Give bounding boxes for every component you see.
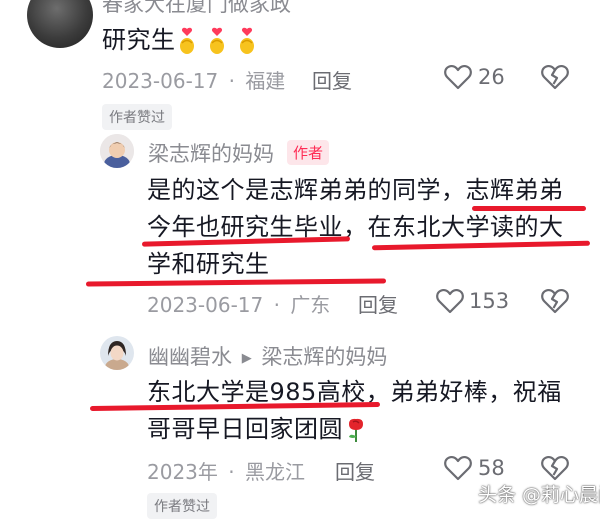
avatar[interactable]: [100, 336, 134, 370]
meta-separator: ·: [273, 293, 280, 317]
comment-date: 2023-06-17: [147, 293, 264, 317]
dislike-broken-heart-icon[interactable]: [541, 64, 569, 90]
author-liked-badge: 作者赞过: [147, 493, 217, 519]
comment-text: 研究生: [102, 22, 266, 59]
rose-icon: [346, 417, 366, 443]
reply-button[interactable]: 回复: [312, 65, 352, 94]
comment-meta: 2023-06-17 · 福建: [102, 65, 285, 94]
comment-date: 2023年: [147, 460, 218, 484]
highlight-underline: [472, 206, 586, 211]
comment-text-line: 哥哥早日回家团圆: [147, 411, 587, 448]
avatar[interactable]: [100, 134, 134, 168]
comment-meta: 2023-06-17 · 广东: [147, 289, 330, 318]
like-count: 58: [478, 456, 505, 480]
like-count: 153: [469, 289, 510, 313]
highlight-underline: [85, 278, 387, 287]
author-liked-badge: 作者赞过: [102, 104, 172, 130]
like-heart-icon[interactable]: [444, 455, 472, 481]
heart-hands-icon: [179, 27, 266, 55]
commenter-name[interactable]: 梁志辉的妈妈: [148, 138, 274, 168]
dislike-broken-heart-icon[interactable]: [541, 288, 569, 314]
like-heart-icon[interactable]: [436, 288, 464, 314]
comment-location: 广东: [290, 293, 331, 317]
comment-text: 东北大学是985高校，弟弟好棒，祝福 哥哥早日回家团圆: [147, 374, 587, 448]
reply-to-name[interactable]: 梁志辉的妈妈: [261, 345, 387, 369]
like-heart-icon[interactable]: [444, 64, 472, 90]
commenter-name: 幽幽碧水 ▶ 梁志辉的妈妈: [148, 341, 387, 371]
comment-text: 是的这个是志辉弟弟的同学，志辉弟弟 今年也研究生毕业，在东北大学读的大 学和研究…: [147, 172, 587, 283]
comment-text-line: 学和研究生: [147, 250, 270, 278]
meta-separator: ·: [228, 460, 235, 484]
comment-location: 黑龙江: [244, 460, 305, 484]
commenter-name-link[interactable]: 幽幽碧水: [148, 345, 232, 369]
like-count: 26: [478, 65, 505, 89]
reply-button[interactable]: 回复: [335, 456, 375, 485]
avatar[interactable]: [27, 0, 93, 48]
commenter-name[interactable]: 春家大在厦门做家政: [102, 0, 291, 18]
reply-button[interactable]: 回复: [358, 289, 398, 318]
comment-text-line: 是的这个是志辉弟弟的同学，志辉弟弟: [147, 176, 564, 204]
comment-location: 福建: [245, 69, 286, 93]
author-badge: 作者: [287, 140, 330, 165]
dislike-broken-heart-icon[interactable]: [541, 455, 569, 481]
comment-date: 2023-06-17: [102, 69, 219, 93]
comment-text-content: 哥哥早日回家团圆: [147, 415, 343, 443]
comment-meta: 2023年 · 黑龙江: [147, 456, 305, 485]
comment-text-content: 研究生: [102, 26, 176, 54]
reply-arrow-icon: ▶: [241, 351, 252, 366]
meta-separator: ·: [228, 69, 235, 93]
watermark: 头条 @莉心晨阅: [478, 484, 600, 506]
